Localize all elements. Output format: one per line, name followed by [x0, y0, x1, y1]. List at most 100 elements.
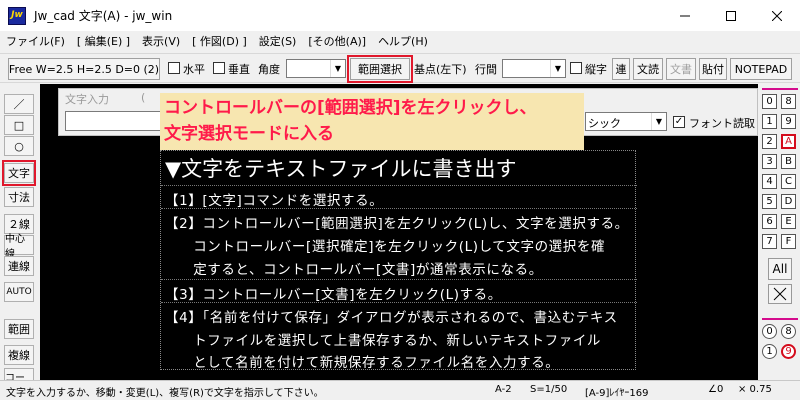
divider: [161, 302, 637, 303]
layer-group-7[interactable]: 7: [762, 234, 777, 249]
layer-9-active[interactable]: 9: [781, 344, 796, 359]
text-input-paren: (: [141, 91, 146, 104]
text-input-field[interactable]: [65, 111, 161, 131]
paper-size[interactable]: A-2: [495, 384, 512, 395]
tool-circle[interactable]: ○: [4, 136, 34, 156]
text-line: として名前を付けて新規保存するファイル名を入力する。: [165, 355, 560, 371]
layer-palette: 0 8 1 9 2 A 3 B 4 C 5 D 6 E 7 F All 0 8 …: [758, 84, 800, 380]
paste-button[interactable]: 貼付: [699, 58, 727, 80]
tool-line[interactable]: ／: [4, 94, 34, 114]
text-line: 【4】「名前を付けて保存」ダイアログが表示されるので、書込むテキス: [165, 310, 618, 326]
continuous-button[interactable]: 連: [612, 58, 630, 80]
menu-other[interactable]: [その他(A)]: [302, 33, 372, 49]
line-spacing-label: 行間: [475, 63, 497, 76]
layer-group-4[interactable]: 4: [762, 174, 777, 189]
close-button[interactable]: [754, 0, 800, 31]
left-tool-palette: ／ □ ○ 文字 寸法 ２線 中心線 連線 AUTO 範囲 複線 コーナー: [0, 92, 38, 382]
layer-group-c[interactable]: C: [781, 174, 796, 189]
menu-draw[interactable]: [ 作図(D) ]: [186, 33, 253, 49]
vertical-label: 垂直: [228, 63, 250, 76]
menu-edit[interactable]: [ 編集(E) ]: [71, 33, 136, 49]
minimize-button[interactable]: [662, 0, 708, 31]
control-bar: Free W=2.5 H=2.5 D=0 (2) 水平 垂直 角度 ▼ 範囲選択…: [0, 53, 800, 83]
tool-connected-line[interactable]: 連線: [4, 256, 34, 276]
angle-combo[interactable]: ▼: [286, 59, 346, 78]
layer-group-2[interactable]: 2: [762, 134, 777, 149]
document-title: ▼文字をテキストファイルに書き出す: [165, 157, 517, 181]
font-combo[interactable]: シック ▼: [585, 112, 667, 131]
menu-settings[interactable]: 設定(S): [253, 33, 303, 49]
layer-group-8[interactable]: 8: [781, 94, 796, 109]
close-icon: [772, 10, 782, 21]
horizontal-label: 水平: [183, 63, 205, 76]
text-line: 定すると、コントロールバー[文書]が通常表示になる。: [165, 262, 543, 278]
window-title: Jw_cad 文字(A) - jw_win: [34, 9, 173, 23]
font-combo-value: シック: [588, 117, 621, 130]
tool-dimension[interactable]: 寸法: [4, 187, 34, 207]
chevron-down-icon: ▼: [550, 60, 565, 77]
divider: [161, 208, 637, 209]
scale-value[interactable]: S=1/50: [530, 384, 567, 395]
layer-group-f[interactable]: F: [781, 234, 796, 249]
text-line: トファイルを選択して上書保存するか、新しいテキストファイル: [165, 333, 602, 349]
layer-group-6[interactable]: 6: [762, 214, 777, 229]
layer-1[interactable]: 1: [762, 344, 777, 359]
menu-help[interactable]: ヘルプ(H): [372, 33, 434, 49]
text-line: コントロールバー[選択確定]を左クリック(L)して文字の選択を確: [165, 239, 606, 255]
text-input-label: 文字入力: [65, 93, 109, 106]
layer-group-0[interactable]: 0: [762, 94, 777, 109]
layer-8[interactable]: 8: [781, 324, 796, 339]
title-bar: Jw Jw_cad 文字(A) - jw_win: [0, 0, 800, 31]
all-layers-button[interactable]: All: [768, 258, 792, 280]
callout-line: コントロールバーの[範囲選択]を左クリックし、: [164, 98, 537, 118]
vertical-checkbox[interactable]: [213, 62, 225, 74]
instruction-callout: コントロールバーの[範囲選択]を左クリックし、 文字選択モードに入る: [160, 93, 584, 150]
angle-value[interactable]: ∠0: [708, 384, 723, 395]
text-tool-highlight: [2, 160, 36, 186]
text-block: ▼文字をテキストファイルに書き出す 【1】[文字]コマンドを選択する。 【2】コ…: [160, 150, 637, 371]
vertical-text-checkbox[interactable]: [570, 62, 582, 74]
layer-0[interactable]: 0: [762, 324, 777, 339]
zoom-value[interactable]: × 0.75: [738, 384, 772, 395]
vertical-text-label: 縦字: [585, 63, 607, 76]
layer-group-5[interactable]: 5: [762, 194, 777, 209]
angle-label: 角度: [258, 63, 280, 76]
read-text-button[interactable]: 文読: [633, 58, 663, 80]
close-icon: [773, 287, 787, 301]
layer-group-9[interactable]: 9: [781, 114, 796, 129]
current-layer[interactable]: [A-9]ﾚｲﾔｰ169: [585, 384, 648, 399]
tool-rectangle[interactable]: □: [4, 115, 34, 135]
font-read-label: フォント読取: [689, 117, 755, 130]
layer-group-3[interactable]: 3: [762, 154, 777, 169]
callout-line: 文字選択モードに入る: [164, 124, 334, 144]
minimize-icon: [680, 15, 690, 16]
layer-group-1[interactable]: 1: [762, 114, 777, 129]
text-line: 【2】コントロールバー[範囲選択]を左クリック(L)し、文字を選択する。: [165, 216, 629, 232]
menu-view[interactable]: 表示(V): [136, 33, 186, 49]
layer-close-button[interactable]: [768, 284, 792, 304]
status-message: 文字を入力するか、移動・変更(L)、複写(R)で文字を指示して下さい。: [6, 388, 324, 399]
notepad-button[interactable]: NOTEPAD: [730, 58, 792, 80]
menu-bar: ファイル(F) [ 編集(E) ] 表示(V) [ 作図(D) ] 設定(S) …: [0, 31, 800, 51]
base-point-button[interactable]: 基点(左下): [414, 58, 467, 80]
layer-bar: [762, 318, 798, 320]
write-text-button[interactable]: 文書: [666, 58, 696, 80]
menu-file[interactable]: ファイル(F): [0, 33, 71, 49]
horizontal-checkbox[interactable]: [168, 62, 180, 74]
font-size-button[interactable]: Free W=2.5 H=2.5 D=0 (2): [8, 58, 160, 80]
maximize-button[interactable]: [708, 0, 754, 31]
status-bar: 文字を入力するか、移動・変更(L)、複写(R)で文字を指示して下さい。 A-2 …: [0, 380, 800, 400]
font-read-checkbox[interactable]: ✓: [673, 116, 685, 128]
layer-group-a-active[interactable]: A: [781, 134, 796, 149]
text-line: 【1】[文字]コマンドを選択する。: [165, 193, 384, 209]
chevron-down-icon: ▼: [330, 60, 345, 77]
tool-center-line[interactable]: 中心線: [4, 234, 34, 260]
line-spacing-combo[interactable]: ▼: [502, 59, 566, 78]
layer-group-bar: [762, 88, 798, 90]
layer-group-b[interactable]: B: [781, 154, 796, 169]
tool-range[interactable]: 範囲: [4, 319, 34, 339]
layer-group-e[interactable]: E: [781, 214, 796, 229]
tool-offset-line[interactable]: 複線: [4, 345, 34, 365]
tool-auto[interactable]: AUTO: [4, 282, 34, 302]
layer-group-d[interactable]: D: [781, 194, 796, 209]
